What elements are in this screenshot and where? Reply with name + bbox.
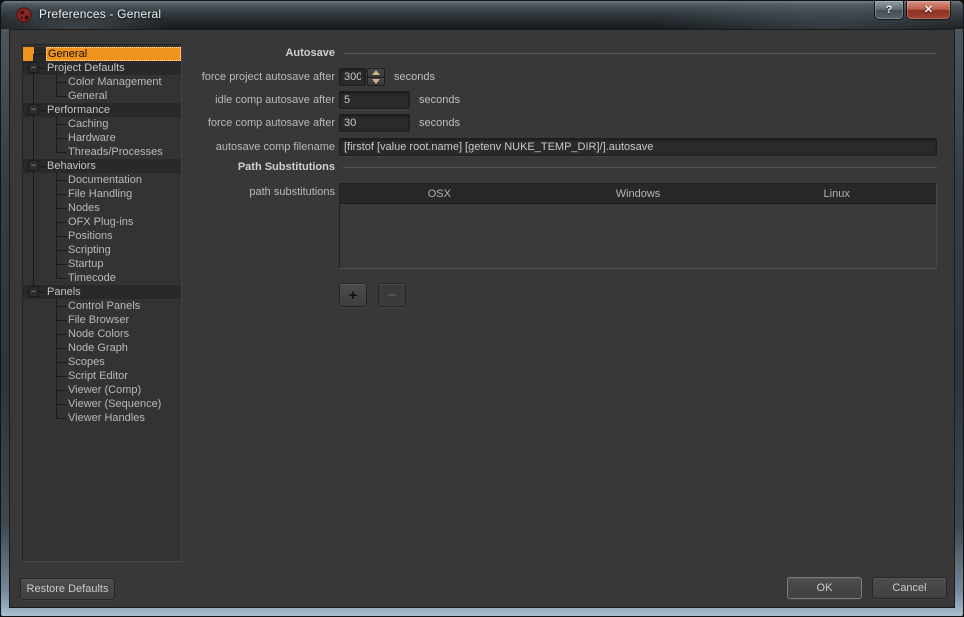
sidebar-item-nodes[interactable]: Nodes (23, 201, 181, 215)
sidebar-item-panels[interactable]: Panels (23, 285, 181, 299)
tree-connector-line (56, 222, 67, 223)
sidebar-item-script-editor[interactable]: Script Editor (23, 369, 181, 383)
tree-connector-line (56, 320, 67, 321)
sidebar-item-viewer-sequence[interactable]: Viewer (Sequence) (23, 397, 181, 411)
sidebar-item-label: Script Editor (68, 370, 128, 382)
sidebar-item-label: Panels (47, 286, 81, 298)
sidebar-item-label: Scopes (68, 356, 105, 368)
sidebar-item-label: Scripting (68, 244, 111, 256)
tree-connector-line (56, 390, 67, 391)
remove-path-substitution-button[interactable]: − (378, 283, 406, 307)
sidebar-item-viewer-comp[interactable]: Viewer (Comp) (23, 383, 181, 397)
caption-buttons: ? ✕ (874, 1, 951, 20)
force-project-autosave-after-label: force project autosave after (10, 71, 335, 83)
sidebar-item-label: Node Graph (68, 342, 128, 354)
tree-connector-line (56, 418, 67, 419)
window-title: Preferences - General (39, 7, 161, 21)
tree-connector-line (33, 54, 34, 292)
sidebar-item-node-graph[interactable]: Node Graph (23, 341, 181, 355)
cancel-button[interactable]: Cancel (872, 577, 947, 599)
seconds-suffix-label: seconds (419, 94, 460, 106)
autosave-section-divider (343, 53, 937, 54)
collapse-expander-icon[interactable]: − (28, 286, 39, 297)
sidebar-item-label: Documentation (68, 174, 142, 186)
seconds-suffix-label: seconds (419, 117, 460, 129)
autosave-filename-label: autosave comp filename (10, 141, 335, 153)
tree-connector-line (56, 334, 67, 335)
close-icon: ✕ (924, 5, 933, 16)
autosave-filename-input[interactable] (339, 138, 937, 156)
idle-comp-autosave-after-label: idle comp autosave after (10, 94, 335, 106)
sidebar-item-control-panels[interactable]: Control Panels (23, 299, 181, 313)
sidebar-item-label: Node Colors (68, 328, 129, 340)
preferences-window: Preferences - General ? ✕ GeneralProject… (0, 0, 964, 617)
idle-comp-autosave-after-input[interactable] (339, 91, 410, 109)
restore-defaults-button[interactable]: Restore Defaults (20, 578, 115, 600)
autosave-section-header: Autosave (10, 47, 335, 59)
tree-connector-line (56, 376, 67, 377)
sidebar-item-label: Positions (68, 230, 113, 242)
sidebar-item-scopes[interactable]: Scopes (23, 355, 181, 369)
force-project-autosave-after-spinner (367, 68, 385, 86)
sidebar-item-positions[interactable]: Positions (23, 229, 181, 243)
spinner-up-icon[interactable] (367, 68, 385, 77)
column-header-osx[interactable]: OSX (340, 184, 539, 203)
sidebar-item-label: Control Panels (68, 300, 140, 312)
sidebar-item-documentation[interactable]: Documentation (23, 173, 181, 187)
sidebar-item-file-browser[interactable]: File Browser (23, 313, 181, 327)
sidebar-item-viewer-handles[interactable]: Viewer Handles (23, 411, 181, 425)
sidebar-item-label: File Browser (68, 314, 129, 326)
force-comp-autosave-after-input[interactable] (339, 114, 410, 132)
help-icon: ? (886, 5, 893, 16)
sidebar-item-ofx-plug-ins[interactable]: OFX Plug-ins (23, 215, 181, 229)
force-comp-autosave-after-label: force comp autosave after (10, 117, 335, 129)
sidebar-item-label: OFX Plug-ins (68, 216, 133, 228)
column-header-windows[interactable]: Windows (539, 184, 738, 203)
tree-connector-line (56, 306, 67, 307)
tree-connector-line (56, 298, 57, 418)
tree-connector-line (56, 278, 67, 279)
help-button[interactable]: ? (874, 1, 904, 20)
titlebar[interactable]: Preferences - General ? ✕ (1, 1, 963, 29)
tree-connector-line (56, 208, 67, 209)
sidebar-item-node-colors[interactable]: Node Colors (23, 327, 181, 341)
path-substitutions-section-header: Path Substitutions (10, 161, 335, 173)
tree-connector-line (56, 180, 67, 181)
sidebar-item-label: Timecode (68, 272, 116, 284)
seconds-suffix-label: seconds (394, 71, 435, 83)
close-button[interactable]: ✕ (906, 1, 951, 20)
dialog-body: GeneralProject DefaultsColor ManagementG… (9, 29, 955, 608)
ok-button[interactable]: OK (787, 577, 862, 599)
tree-connector-line (56, 264, 67, 265)
path-substitutions-table-header: OSX Windows Linux (340, 184, 936, 204)
tree-connector-line (56, 236, 67, 237)
nuke-app-icon (16, 7, 32, 23)
sidebar-item-label: Nodes (68, 202, 100, 214)
path-substitutions-section-divider (343, 167, 937, 168)
spinner-down-icon[interactable] (367, 77, 385, 87)
tree-connector-line (56, 138, 67, 139)
force-project-autosave-after-input[interactable] (339, 68, 366, 86)
add-path-substitution-button[interactable]: + (339, 283, 367, 307)
path-substitutions-table[interactable]: OSX Windows Linux (339, 183, 937, 269)
tree-connector-line (56, 404, 67, 405)
sidebar-item-scripting[interactable]: Scripting (23, 243, 181, 257)
sidebar-item-label: Viewer (Comp) (68, 384, 141, 396)
sidebar-item-timecode[interactable]: Timecode (23, 271, 181, 285)
tree-connector-line (56, 348, 67, 349)
sidebar-item-label: Viewer (Sequence) (68, 398, 161, 410)
column-header-linux[interactable]: Linux (737, 184, 936, 203)
sidebar-item-label: Viewer Handles (68, 412, 145, 424)
sidebar-item-startup[interactable]: Startup (23, 257, 181, 271)
path-substitutions-label: path substitutions (10, 186, 335, 198)
sidebar-item-label: Startup (68, 258, 103, 270)
path-substitutions-table-body[interactable] (340, 204, 936, 268)
tree-connector-line (56, 250, 67, 251)
tree-connector-line (56, 362, 67, 363)
